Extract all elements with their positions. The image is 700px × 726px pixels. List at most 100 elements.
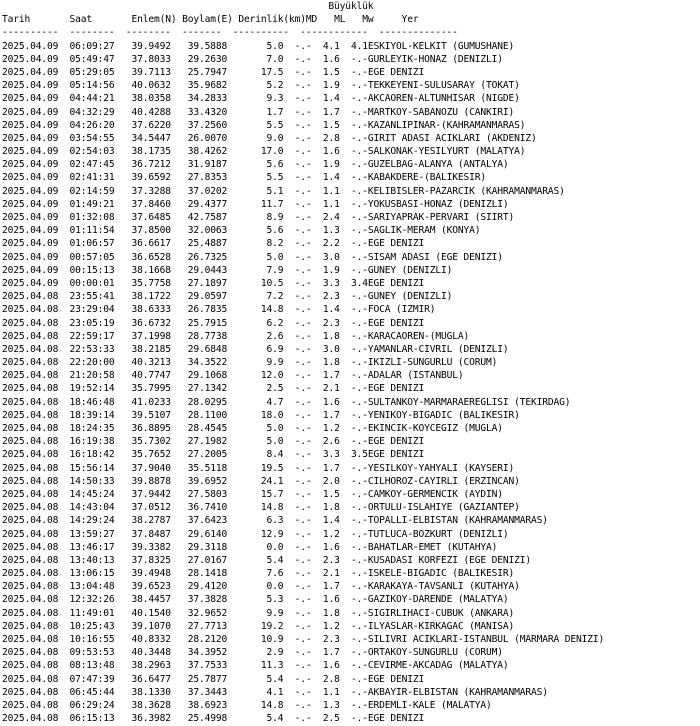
cell-time: 04:26:20 [69,119,115,131]
cell-date: 2025.04.08 [2,502,59,514]
cell-ml: 3.3 [322,449,340,461]
cell-time: 03:54:55 [69,132,115,144]
cell-md: -.- [294,515,312,527]
table-row: 2025.04.08 09:53:53 40.3448 34.3952 2.9 … [2,646,700,659]
cell-ml: 1.4 [322,93,340,105]
cell-longitude: 32.9652 [187,607,228,619]
cell-location: KELIBISLER-PAZARCIK (KAHRAMANMARAS) [367,185,565,197]
cell-depth: 11.7 [260,198,284,210]
cell-depth: 5.3 [266,594,284,606]
cell-longitude: 27.1342 [187,383,228,395]
cell-time: 00:00:01 [69,277,115,289]
cell-ml: 1.4 [322,304,340,316]
cell-location: FOCA (IZMIR) [367,304,436,316]
cell-time: 21:20:58 [69,370,115,382]
cell-date: 2025.04.09 [2,106,59,118]
cell-date: 2025.04.08 [2,423,59,434]
cell-ml: 2.6 [322,436,340,448]
cell-date: 2025.04.09 [2,212,59,223]
cell-longitude: 27.0167 [187,554,228,566]
cell-latitude: 36.6528 [131,251,171,263]
cell-latitude: 36.6617 [131,238,171,250]
cell-md: -.- [294,277,312,289]
cell-latitude: 38.1330 [131,686,171,698]
cell-longitude: 38.4262 [187,146,228,158]
cell-md: -.- [294,396,312,408]
cell-depth: 7.2 [266,291,284,303]
cell-mw: -.- [350,119,368,131]
header-group-line: Büyüklük [2,0,700,13]
table-row: 2025.04.08 06:45:44 38.1330 37.3443 4.1 … [2,686,700,699]
cell-time: 01:32:08 [69,212,115,223]
cell-ml: 2.5 [322,713,340,725]
table-row: 2025.04.08 10:25:43 39.1070 27.7713 19.2… [2,620,700,633]
cell-location: GUZELBAG-ALANYA (ANTALYA) [367,159,509,171]
cell-md: -.- [294,93,312,105]
cell-md: -.- [294,607,312,619]
cell-longitude: 35.5118 [187,462,228,474]
cell-md: -.- [294,198,312,210]
cell-location: EGE DENIZI [367,449,425,461]
cell-date: 2025.04.08 [2,713,59,725]
cell-mw: -.- [350,475,368,487]
cell-latitude: 38.1735 [131,146,171,158]
table-row: 2025.04.09 02:41:31 39.6592 27.8353 5.5 … [2,171,700,184]
cell-depth: 14.8 [260,502,284,514]
table-row: 2025.04.08 07:47:39 36.6477 25.7877 5.4 … [2,673,700,686]
cell-mw: -.- [350,343,368,355]
cell-date: 2025.04.08 [2,699,59,711]
cell-ml: 1.2 [322,620,340,632]
cell-md: -.- [294,436,312,448]
cell-ml: 2.8 [322,132,340,144]
cell-longitude: 29.6848 [187,343,228,355]
cell-latitude: 38.2185 [131,343,171,355]
table-row: 2025.04.09 01:32:08 37.6485 42.7587 8.9 … [2,211,700,224]
table-row: 2025.04.08 23:05:19 36.6732 25.7915 6.2 … [2,317,700,330]
cell-longitude: 26.7835 [187,304,228,316]
cell-location: YOKUSBASI-HONAZ (DENIZLI) [367,198,509,210]
cell-depth: 19.5 [260,462,284,474]
cell-date: 2025.04.08 [2,528,59,540]
cell-time: 02:14:59 [69,185,115,197]
cell-latitude: 37.0512 [131,502,171,514]
cell-ml: 1.8 [322,330,340,342]
cell-longitude: 37.7533 [187,660,228,672]
cell-location: KAZANLIPINAR-(KAHRAMANMARAS) [367,119,526,131]
cell-location: SIGIRLIHACI-CUBUK (ANKARA) [367,607,515,619]
cell-latitude: 36.8895 [131,423,171,434]
cell-location: CAMKOY-GERMENCIK (AYDIN) [367,488,503,500]
cell-md: -.- [294,238,312,250]
cell-depth: 9.9 [266,607,284,619]
cell-depth: 4.1 [266,686,284,698]
cell-depth: 6.2 [266,317,284,329]
cell-date: 2025.04.09 [2,251,59,263]
cell-depth: 5.6 [266,159,284,171]
cell-date: 2025.04.08 [2,488,59,500]
cell-location: ILYASLAR-KIRKAGAC (MANISA) [367,620,515,632]
cell-mw: -.- [350,383,368,395]
cell-location: EGE DENIZI [367,66,425,78]
header-latitude: Enlem(N) [131,14,177,26]
cell-depth: 12.0 [260,370,284,382]
cell-date: 2025.04.08 [2,462,59,474]
cell-location: ORTAKOY-SUNGURLU (CORUM) [367,647,503,659]
cell-longitude: 28.1418 [187,568,228,580]
cell-depth: 5.5 [266,119,284,131]
cell-latitude: 37.8500 [131,225,171,237]
cell-ml: 1.3 [322,699,340,711]
cell-longitude: 37.2560 [187,119,228,131]
table-row: 2025.04.09 02:14:59 37.3288 37.0202 5.1 … [2,185,700,198]
cell-location: GIRIT ADASI ACIKLARI (AKDENIZ) [367,132,537,144]
cell-ml: 1.9 [322,159,340,171]
cell-latitude: 37.1998 [131,330,171,342]
cell-depth: 15.7 [260,488,284,500]
cell-location: ORTULU-ISLAHIYE (GAZIANTEP) [367,502,520,514]
cell-mw: -.- [350,159,368,171]
cell-location: AKBAYIR-ELBISTAN (KAHRAMANMARAS) [367,686,548,698]
cell-time: 10:25:43 [69,620,115,632]
cell-mw: -.- [350,502,368,514]
cell-date: 2025.04.08 [2,647,59,659]
cell-time: 16:19:38 [69,436,115,448]
cell-depth: 5.1 [266,185,284,197]
cell-time: 14:45:24 [69,488,115,500]
